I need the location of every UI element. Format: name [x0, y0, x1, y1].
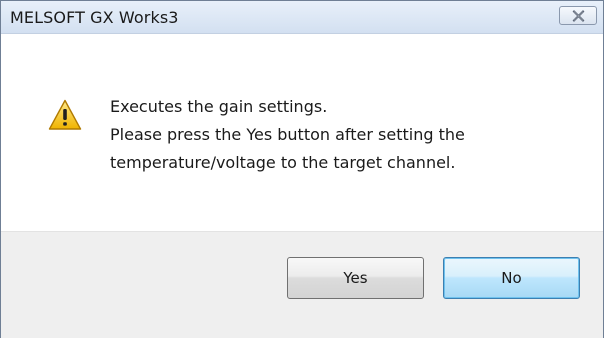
close-icon — [572, 10, 585, 22]
button-bar: Yes No — [1, 231, 603, 338]
yes-button[interactable]: Yes — [287, 257, 424, 299]
message-area: Executes the gain settings. Please press… — [1, 34, 603, 231]
no-button[interactable]: No — [443, 257, 580, 299]
close-button[interactable] — [559, 6, 597, 25]
warning-icon — [48, 99, 82, 130]
message-text: Executes the gain settings. Please press… — [110, 93, 465, 177]
window-title: MELSOFT GX Works3 — [10, 8, 179, 27]
title-bar[interactable]: MELSOFT GX Works3 — [1, 1, 603, 34]
message-line: temperature/voltage to the target channe… — [110, 153, 456, 172]
message-dialog: MELSOFT GX Works3 Executes the gain sett… — [0, 0, 604, 338]
message-line: Executes the gain settings. — [110, 97, 328, 116]
message-line: Please press the Yes button after settin… — [110, 125, 465, 144]
